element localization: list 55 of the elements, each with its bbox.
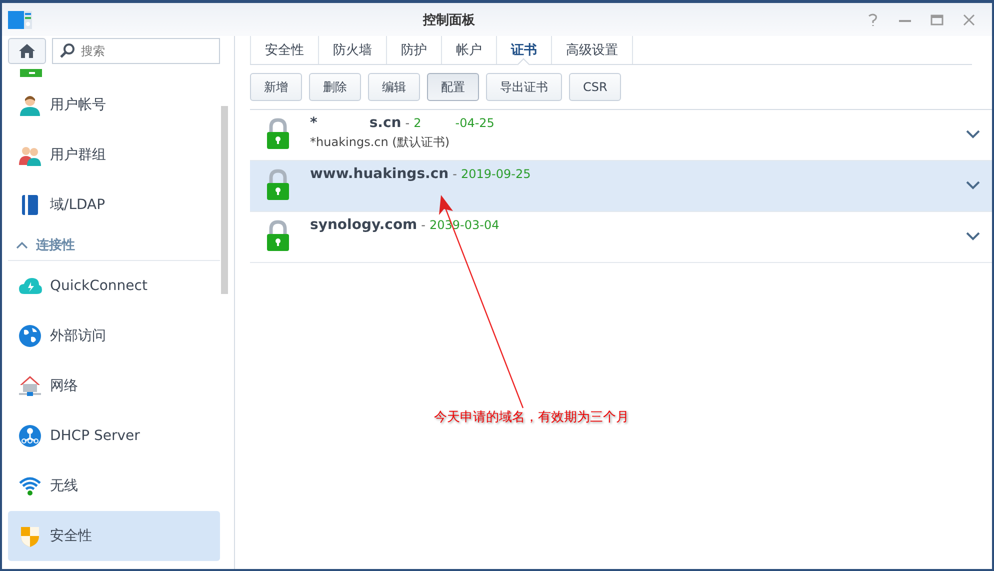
toolbar-button[interactable]: 配置 — [427, 73, 479, 101]
chevron-icon — [16, 241, 28, 249]
separator-dash: - — [405, 116, 410, 130]
close-icon[interactable] — [962, 12, 976, 26]
tab[interactable]: 防护 — [386, 36, 441, 64]
globe-icon — [18, 324, 42, 348]
network-icon — [18, 424, 42, 448]
toolbar-button[interactable]: CSR — [569, 73, 622, 101]
domain-name: synology.com — [310, 217, 418, 233]
sidebar-item[interactable]: QuickConnect — [8, 261, 220, 311]
scrollbar[interactable] — [221, 106, 228, 294]
sidebar-item[interactable]: 用户群组 — [8, 130, 220, 180]
expand-icon[interactable] — [966, 181, 980, 190]
sidebar-item[interactable]: 域/LDAP — [8, 180, 220, 230]
tab[interactable]: 防火墙 — [318, 36, 386, 64]
annotation-text: 今天申请的域名，有效期为三个月 — [434, 409, 629, 426]
home-button[interactable] — [8, 38, 46, 64]
expiry-date: 2019-09-25 — [460, 167, 531, 181]
separator-dash: - — [421, 218, 426, 232]
certificate-description: *huakings.cn (默认证书) — [310, 134, 451, 151]
toolbar-button[interactable]: 编辑 — [368, 73, 420, 101]
window-title: 控制面板 — [422, 12, 476, 28]
expiry-date: 2 -04-25 — [414, 116, 494, 130]
toolbar-button[interactable]: 新增 — [250, 73, 302, 101]
separator-dash: - — [452, 167, 457, 181]
sidebar-item[interactable]: DHCP Server — [8, 411, 220, 461]
app-logo-icon — [8, 8, 32, 30]
certificate-row[interactable]: www.huakings.cn - 2019-09-25 — [250, 161, 992, 212]
expand-icon[interactable] — [966, 130, 980, 139]
shield-icon — [18, 524, 42, 548]
sidebar-item[interactable]: 无线 — [8, 461, 220, 511]
lock-icon — [266, 220, 290, 252]
domain-name: www.huakings.cn — [310, 166, 449, 182]
toolbar-button[interactable]: 删除 — [309, 73, 361, 101]
sidebar-item[interactable]: 用户帐号 — [8, 80, 220, 130]
sidebar-item[interactable]: 安全性 — [8, 511, 220, 561]
section-header[interactable]: 连接性 — [8, 230, 220, 261]
house-icon — [18, 374, 42, 398]
search-icon — [59, 43, 75, 59]
tab[interactable]: 安全性 — [250, 36, 318, 64]
sidebar-item[interactable]: 外部访问 — [8, 311, 220, 361]
help-icon[interactable] — [866, 12, 880, 26]
maximize-icon[interactable] — [930, 12, 944, 26]
user-icon — [18, 93, 42, 117]
wifi-icon — [18, 474, 42, 498]
tab[interactable]: 高级设置 — [551, 36, 633, 64]
sidebar-item[interactable]: 网络 — [8, 361, 220, 411]
search-field[interactable]: 搜索 — [52, 38, 220, 64]
home-icon — [18, 43, 36, 59]
lock-icon — [266, 118, 290, 150]
domain-name: * s.cn — [310, 115, 402, 131]
toolbar-button[interactable]: 导出证书 — [486, 73, 562, 101]
tab[interactable]: 帐户 — [441, 36, 496, 64]
expand-icon[interactable] — [966, 232, 980, 241]
lock-icon — [266, 169, 290, 201]
